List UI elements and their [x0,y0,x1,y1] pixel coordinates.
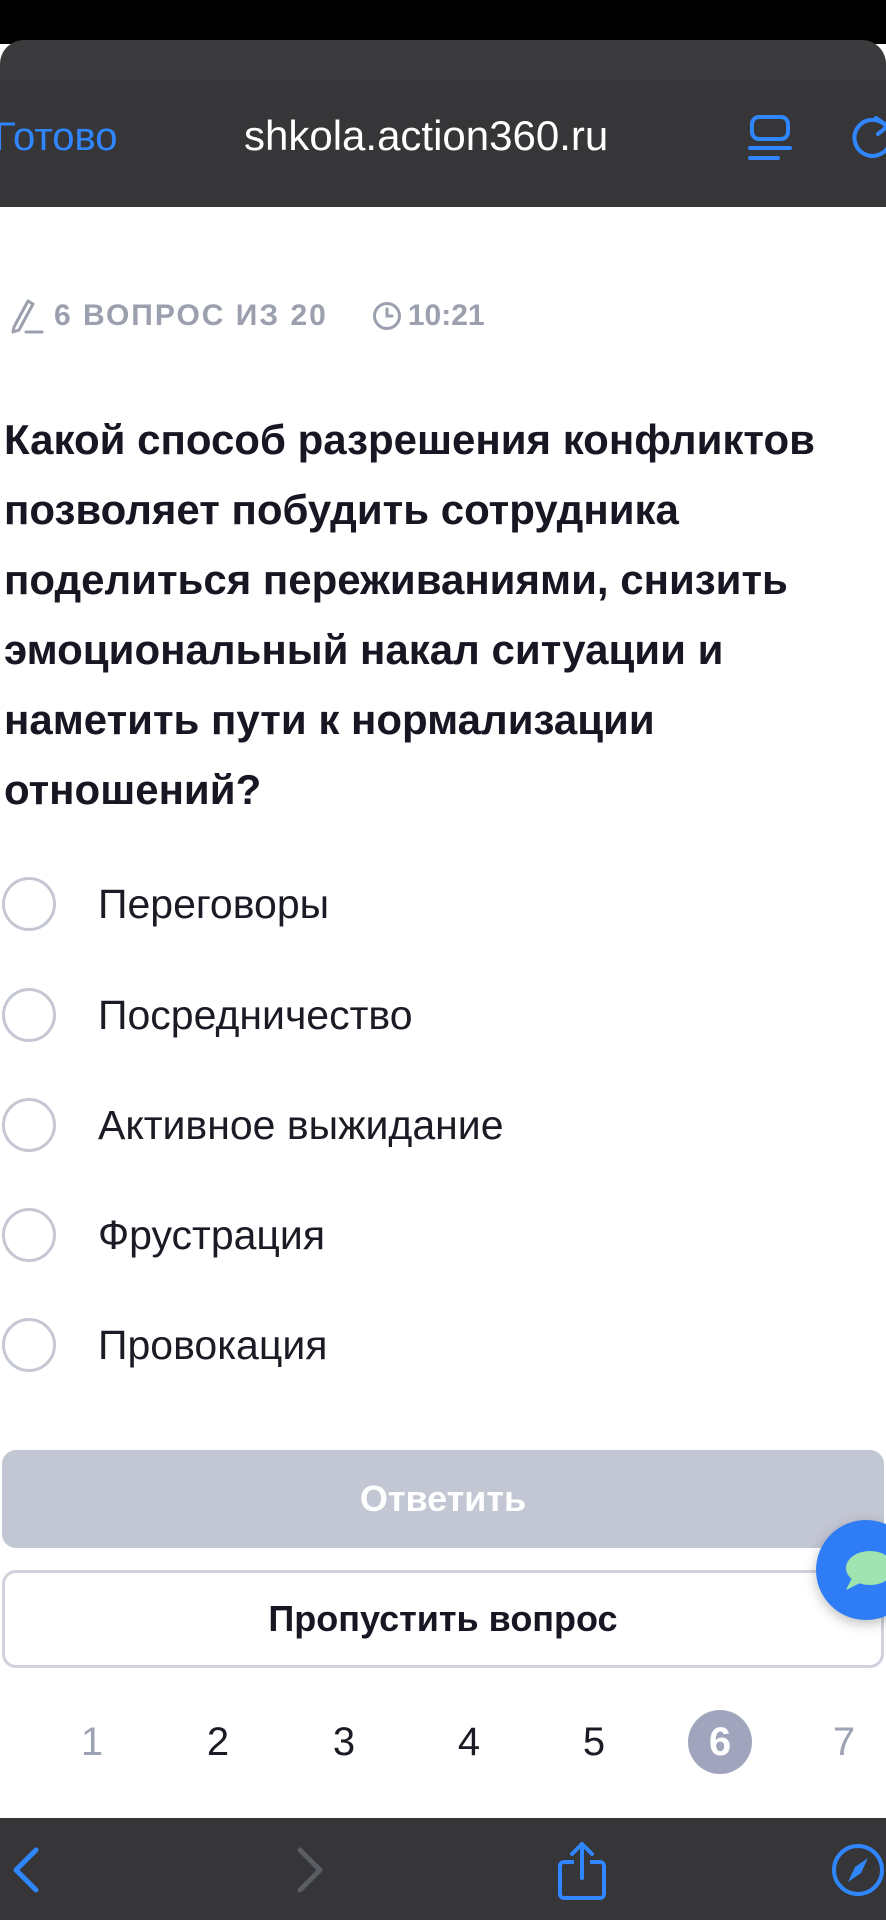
reload-icon[interactable] [846,112,886,164]
browser-bottom-bar [0,1818,886,1920]
radio-button[interactable] [2,877,56,931]
option-label[interactable]: Переговоры [98,879,329,929]
page-number[interactable]: 4 [437,1710,501,1774]
chat-icon [846,1551,886,1590]
reader-icon[interactable] [748,114,794,162]
timer: 10:21 [407,299,485,332]
compass-icon[interactable] [830,1840,886,1900]
page-number[interactable]: 7 [812,1710,876,1774]
question-text: Какой способ разрешения конфликтов позво… [4,416,815,813]
done-button[interactable]: Готово [0,112,118,162]
page-number-current[interactable]: 6 [688,1710,752,1774]
page: Готово shkola.action360.ru 6 ВОПРОС ИЗ 2… [0,0,886,1920]
url-title[interactable]: shkola.action360.ru [244,110,664,162]
pagination: 1 2 3 4 5 6 7 [0,1710,886,1780]
forward-icon[interactable] [280,1840,336,1900]
answer-button[interactable]: Ответить [2,1450,884,1548]
page-number[interactable]: 5 [562,1710,626,1774]
option-label[interactable]: Провокация [98,1320,327,1370]
radio-button[interactable] [2,988,56,1042]
pencil-icon [11,299,44,334]
page-number[interactable]: 1 [60,1710,124,1774]
back-icon[interactable] [0,1840,56,1900]
page-number[interactable]: 3 [312,1710,376,1774]
option-label[interactable]: Посредничество [98,990,413,1040]
clock-icon [372,302,401,330]
question-meta: 6 ВОПРОС ИЗ 20 10:21 [10,294,485,338]
skip-question-button[interactable]: Пропустить вопрос [2,1570,884,1668]
question-counter: 6 ВОПРОС ИЗ 20 [54,299,328,332]
option-label[interactable]: Активное выжидание [98,1100,504,1150]
radio-button[interactable] [2,1208,56,1262]
radio-button[interactable] [2,1098,56,1152]
page-number[interactable]: 2 [186,1710,250,1774]
status-bar [0,0,886,44]
option-label[interactable]: Фрустрация [98,1210,325,1260]
share-icon[interactable] [554,1840,610,1900]
radio-button[interactable] [2,1318,56,1372]
